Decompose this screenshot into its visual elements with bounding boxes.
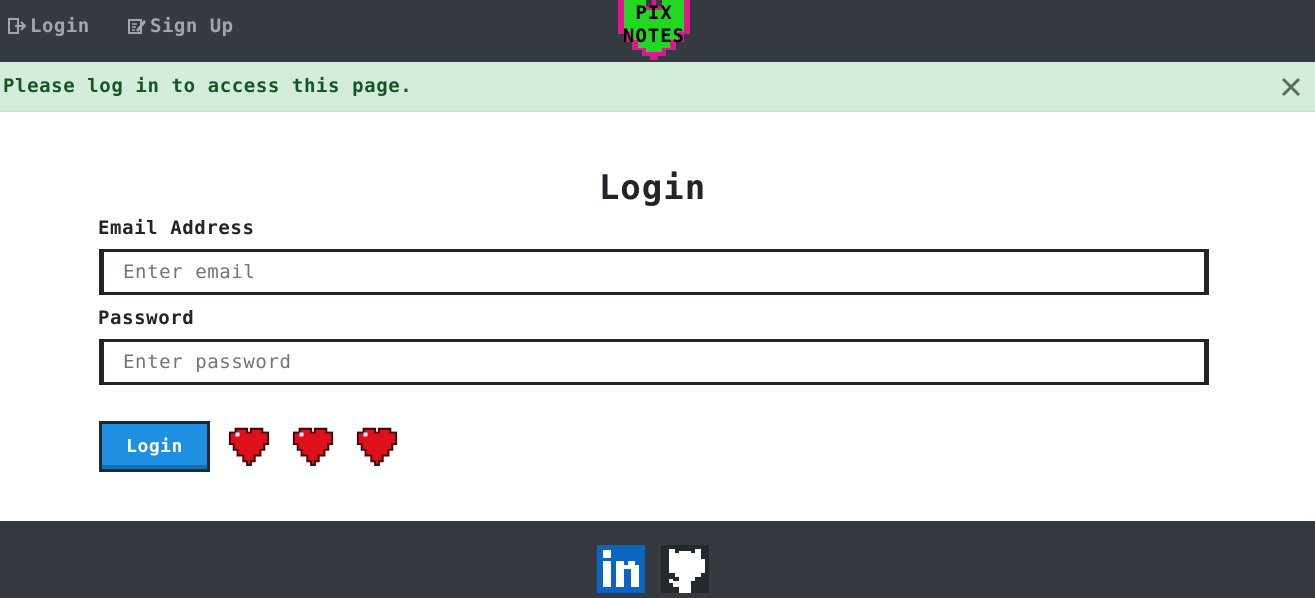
close-icon[interactable] [1278, 74, 1304, 100]
alert-message: Please log in to access this page. [3, 75, 413, 97]
nav-login-link[interactable]: Login [7, 13, 90, 39]
github-icon[interactable] [661, 545, 709, 593]
login-button[interactable]: Login [99, 421, 210, 472]
edit-icon [127, 16, 147, 36]
password-field[interactable] [99, 339, 1209, 385]
logo-line-1: PIX [635, 2, 673, 24]
footer [0, 521, 1315, 598]
heart-icon [292, 427, 334, 467]
nav-signup-link[interactable]: Sign Up [127, 13, 234, 39]
page-title: Login [598, 168, 707, 208]
nav-signup-label: Sign Up [150, 15, 234, 37]
linkedin-icon[interactable] [597, 545, 645, 593]
navbar: Login Sign Up PIX NOTES [0, 0, 1315, 62]
logo-line-2: NOTES [622, 25, 686, 47]
email-label: Email Address [98, 217, 255, 239]
heart-icon [356, 427, 398, 467]
sign-in-icon [7, 16, 27, 36]
heart-icon [228, 427, 270, 467]
pixnotes-logo[interactable]: PIX NOTES [612, 0, 696, 60]
login-required-alert: Please log in to access this page. [0, 62, 1315, 112]
password-label: Password [98, 307, 195, 329]
email-field[interactable] [99, 249, 1209, 295]
nav-login-label: Login [30, 15, 90, 37]
